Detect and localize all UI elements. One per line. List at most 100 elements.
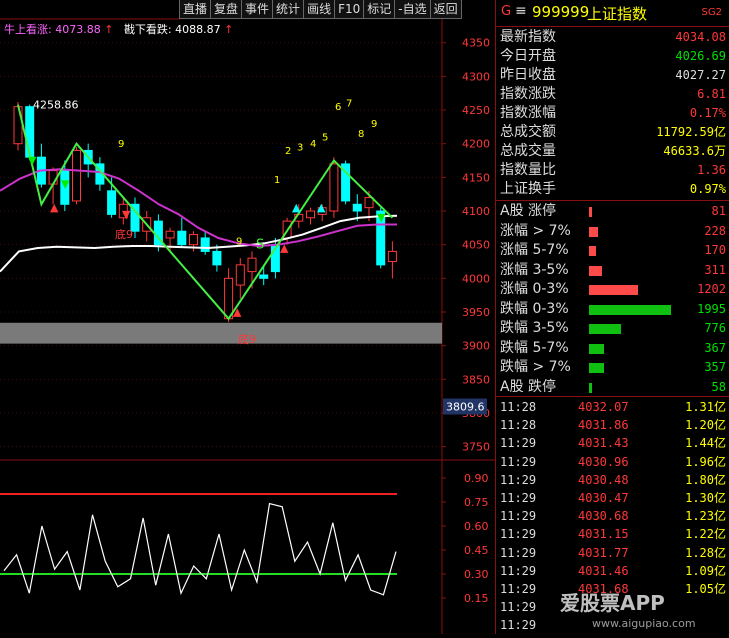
tick-time: 11:29 — [500, 527, 537, 542]
breadth-row: 涨幅 5-7% 170 — [496, 241, 729, 260]
chart-toolbar: 直播 复盘 事件 统计 画线 F10 标记 -自选 返回 — [179, 0, 462, 19]
tick-time: 11:29 — [500, 618, 537, 633]
sequence-number: 1 — [274, 175, 280, 186]
tick-row[interactable]: 11:29 4030.68 1.23亿 — [496, 507, 729, 525]
kline-chart-svg[interactable]: 4350 4300 4250 4200 4150 4100 4050 4000 3950 3900… — [0, 0, 495, 634]
candle-body — [259, 274, 269, 279]
toolbar-button-6[interactable]: 标记 — [363, 0, 396, 19]
kline-chart-panel[interactable]: 4350 4300 4250 4200 4150 4100 4050 4000 3950 3900… — [0, 0, 495, 634]
tick-volume: 1.96亿 — [685, 454, 726, 469]
tick-price: 4031.15 — [578, 527, 629, 542]
tick-volume: 1.22亿 — [685, 527, 726, 542]
tick-row[interactable]: 11:29 4030.47 1.30亿 — [496, 489, 729, 507]
tick-row[interactable]: 11:29 4030.96 1.96亿 — [496, 453, 729, 471]
tick-time: 11:29 — [500, 582, 537, 596]
tick-volume: 1.23亿 — [685, 509, 726, 524]
y-tick-label: 4100 — [462, 205, 490, 218]
tick-volume: 1.44亿 — [685, 436, 726, 451]
candle-body — [165, 230, 175, 239]
toolbar-button-5[interactable]: F10 — [334, 0, 365, 19]
tick-volume: 1.05亿 — [685, 582, 726, 596]
tick-row[interactable]: 11:29 4031.15 1.22亿 — [496, 525, 729, 543]
toolbar-button-2[interactable]: 事件 — [241, 0, 274, 19]
stat-value: 4034.08 — [675, 30, 726, 44]
toolbar-button-0[interactable]: 直播 — [179, 0, 212, 19]
tick-time: 11:29 — [500, 600, 537, 615]
tick-time: 11:29 — [500, 454, 537, 469]
stat-label: 今日开盘 — [500, 48, 556, 64]
tick-time: 11:29 — [500, 545, 537, 560]
stat-label: 昨日收盘 — [500, 67, 556, 83]
breadth-label: 涨幅 3-5% — [500, 261, 569, 278]
breadth-bar — [589, 246, 596, 256]
toolbar-button-7[interactable]: -自选 — [394, 0, 431, 19]
toolbar-button-8[interactable]: 返回 — [429, 0, 462, 19]
stat-value: 11792.59亿 — [656, 125, 726, 139]
watermark-url: www.aigupiao.com — [592, 617, 696, 630]
tick-row[interactable]: 11:29 4031.43 1.44亿 — [496, 434, 729, 452]
signal-arrow-icon: ▲ — [233, 305, 242, 318]
stat-value: 0.17% — [689, 106, 726, 120]
stat-label: 指数量比 — [500, 162, 556, 178]
watermark: 爱股票APP — [560, 591, 665, 615]
candle-body — [13, 106, 23, 145]
candle-body — [247, 257, 257, 273]
bull-label: 牛上看涨: — [4, 23, 52, 36]
y-tick-label: 4350 — [462, 37, 490, 50]
breadth-value: 81 — [711, 204, 726, 218]
toolbar-button-4[interactable]: 画线 — [303, 0, 336, 19]
y-tick-label: 4300 — [462, 70, 490, 83]
tick-time: 11:29 — [500, 491, 537, 505]
signal-arrow-icon: ▲ — [50, 201, 59, 214]
tick-volume: 1.30亿 — [685, 491, 726, 505]
tick-row[interactable]: 11:29 4031.77 1.28亿 — [496, 544, 729, 562]
breadth-label: 跌幅 0-3% — [500, 300, 569, 317]
sequence-number: 6 — [335, 102, 341, 113]
breadth-row: A股 跌停 58 — [496, 378, 729, 397]
sg-badge[interactable]: SG2 — [702, 7, 722, 18]
stat-label: 上证换手 — [500, 181, 556, 197]
sequence-number: 3 — [297, 142, 303, 153]
tick-row[interactable]: 11:28 4031.86 1.20亿 — [496, 416, 729, 434]
tick-time: 11:28 — [500, 400, 537, 414]
stat-value: 4026.69 — [675, 49, 726, 63]
tick-price: 4031.46 — [578, 563, 629, 578]
breadth-bar — [589, 265, 602, 276]
bull-arrow-icon: ↑ — [104, 23, 114, 36]
breadth-row: 涨幅 0-3% 1202 — [496, 280, 729, 299]
tick-price: 4030.96 — [578, 454, 629, 469]
tick-row[interactable]: 11:29 4031.46 1.09亿 — [496, 562, 729, 580]
y-tick-label: 3750 — [462, 441, 490, 454]
breadth-label: 跌幅 > 7% — [500, 359, 571, 375]
support-band — [0, 322, 442, 344]
stat-row: 昨日收盘 4027.27 — [496, 66, 729, 85]
stat-row: 指数量比 1.36 — [496, 161, 729, 180]
tick-price: 4031.43 — [578, 436, 629, 451]
quote-sidebar: G ≡ 999999 上证指数 SG2 最新指数 4034.08 今日开盘 4026.… — [495, 0, 729, 634]
tick-price: 4030.68 — [578, 509, 629, 524]
stat-row: 上证换手 0.97% — [496, 180, 729, 199]
tick-row[interactable]: 11:29 4030.48 1.80亿 — [496, 471, 729, 489]
bull-value: 4073.88 — [55, 23, 101, 36]
tick-row[interactable]: 11:28 4032.07 1.31亿 — [496, 398, 729, 416]
breadth-label: 跌幅 3-5% — [500, 320, 569, 336]
osc-tick-label: 0.30 — [464, 568, 489, 581]
toolbar-button-1[interactable]: 复盘 — [210, 0, 243, 19]
candle-body — [329, 163, 339, 212]
price-tag-label: 3809.6 — [446, 401, 485, 414]
toolbar-button-3[interactable]: 统计 — [272, 0, 305, 19]
signal-arrow-icon: ▼ — [28, 154, 37, 167]
breadth-bar — [589, 207, 593, 217]
g-icon[interactable]: G — [501, 4, 511, 19]
tick-volume: 1.20亿 — [685, 418, 726, 433]
tick-price: 4030.48 — [578, 472, 629, 487]
osc-tick-label: 0.75 — [464, 496, 489, 509]
tick-price: 4031.86 — [578, 418, 629, 433]
candle-body — [387, 250, 397, 263]
breadth-bar — [589, 363, 604, 373]
bear-label: 戡下看跌: — [123, 23, 172, 36]
stat-label: 指数涨幅 — [500, 105, 556, 121]
stat-value: 1.36 — [697, 163, 726, 177]
breadth-bar — [589, 382, 592, 393]
menu-icon[interactable]: ≡ — [515, 3, 527, 19]
